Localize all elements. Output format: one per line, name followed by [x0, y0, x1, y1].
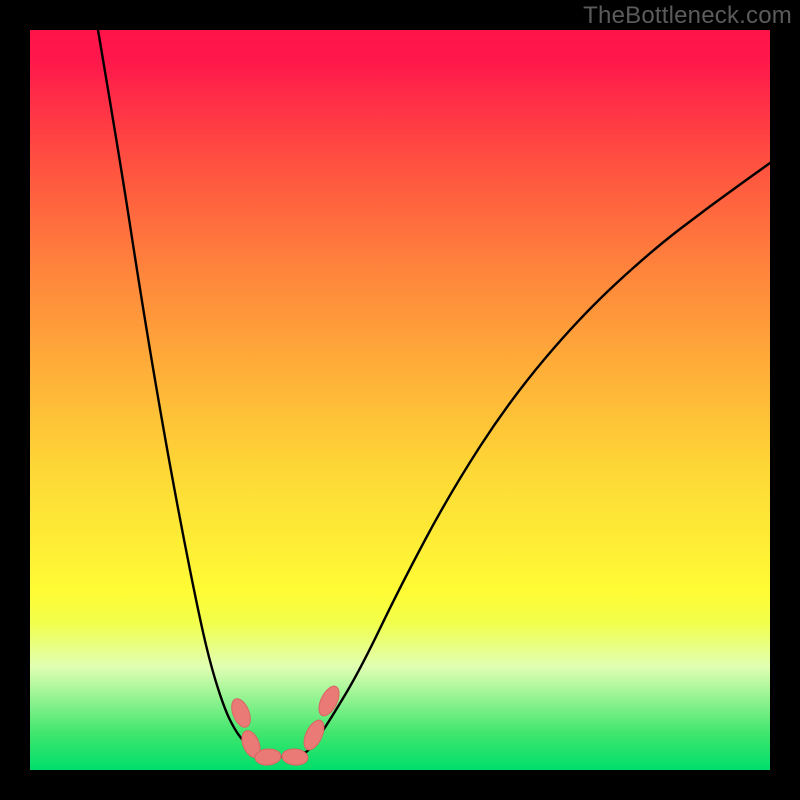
- curve-marker-5: [315, 683, 343, 719]
- chart-frame: [30, 30, 770, 770]
- curve-markers: [228, 683, 343, 766]
- watermark-text: TheBottleneck.com: [583, 2, 792, 30]
- curve-marker-0: [228, 696, 254, 730]
- curve-marker-3: [281, 748, 308, 766]
- curve-marker-1: [238, 728, 263, 760]
- curve-marker-4: [300, 717, 328, 753]
- bottleneck-curve: [98, 30, 770, 757]
- chart-svg: [30, 30, 770, 770]
- curve-marker-2: [254, 748, 281, 766]
